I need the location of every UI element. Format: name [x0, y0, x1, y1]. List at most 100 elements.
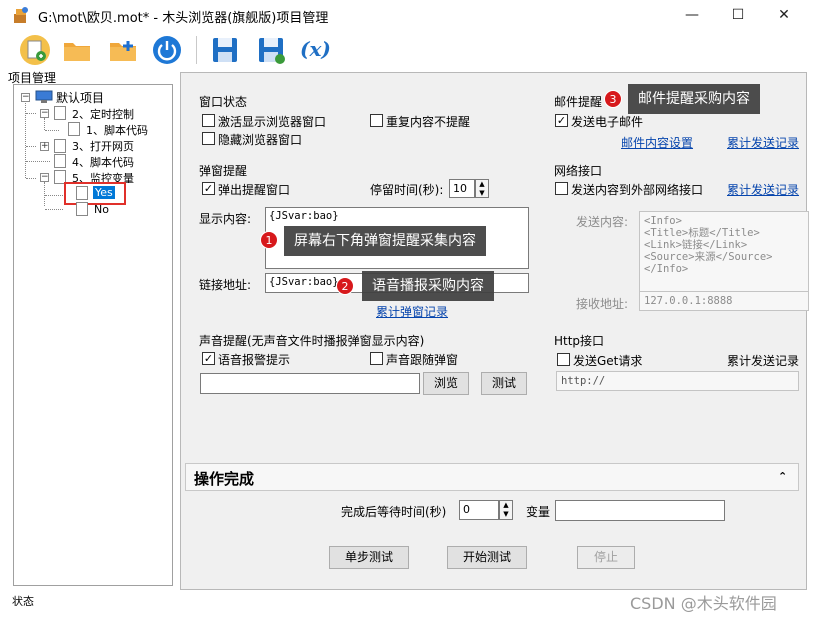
toolbar-separator	[196, 36, 197, 64]
popup-title: 弹窗提醒	[199, 164, 248, 178]
network-content-label: 发送内容:	[576, 215, 629, 229]
no-repeat-checkbox[interactable]	[370, 114, 383, 127]
tree-item-timer[interactable]: 2、定时控制	[72, 106, 134, 122]
tree-item-script-1[interactable]: 1、脚本代码	[86, 122, 148, 138]
open-folder-icon[interactable]	[60, 33, 94, 67]
script-icon	[68, 122, 80, 136]
close-button[interactable]: ✕	[761, 0, 807, 30]
voice-label: 语音报警提示	[218, 353, 291, 367]
send-mail-checkbox[interactable]: ✓	[555, 114, 568, 127]
power-icon[interactable]	[150, 33, 184, 67]
tree-item-script-4[interactable]: 4、脚本代码	[72, 154, 134, 170]
window-state-title: 窗口状态	[199, 95, 248, 109]
tree-expand-toggle[interactable]: +	[40, 142, 49, 151]
network-content-line: <Title>标题</Title>	[644, 227, 760, 239]
stop-button[interactable]: 停止	[577, 546, 635, 569]
annotation-callout: 语音播报采购内容	[362, 271, 494, 301]
script-icon	[54, 154, 66, 168]
maximize-button[interactable]: ☐	[715, 0, 761, 30]
link-label: 链接地址:	[199, 278, 252, 292]
network-label: 发送内容到外部网络接口	[571, 183, 704, 197]
script-icon	[76, 202, 88, 216]
http-title: Http接口	[554, 334, 605, 348]
tree-collapse-toggle[interactable]: −	[40, 173, 49, 182]
collapse-icon[interactable]: ⌃	[778, 470, 787, 483]
network-content-box[interactable]: <Info> <Title>标题</Title> <Link>链接</Link>…	[639, 211, 809, 301]
var-input[interactable]	[555, 500, 725, 521]
window-title: G:\mot\欧贝.mot* - 木头浏览器(旗舰版)项目管理	[38, 11, 329, 26]
network-content-line: <Info>	[644, 215, 682, 227]
annotation-callout: 邮件提醒采购内容	[628, 84, 760, 114]
network-content-line: <Source>来源</Source>	[644, 251, 773, 263]
follow-label: 声音跟随弹窗	[386, 353, 459, 367]
tree-collapse-toggle[interactable]: −	[40, 109, 49, 118]
send-get-checkbox[interactable]	[557, 353, 570, 366]
activate-label: 激活显示浏览器窗口	[218, 115, 327, 129]
hide-checkbox[interactable]	[202, 132, 215, 145]
recv-input[interactable]: 127.0.0.1:8888	[639, 291, 809, 311]
wait-label: 完成后等待时间(秒)	[341, 505, 447, 519]
network-stats-link[interactable]: 累计发送记录	[727, 181, 799, 198]
status-bar: 状态	[8, 590, 428, 610]
annotation-badge: 2	[336, 277, 354, 295]
watermark: CSDN @木头软件园	[630, 594, 777, 613]
wait-input[interactable]: 0	[459, 500, 499, 520]
complete-header[interactable]: 操作完成 ⌃	[185, 463, 799, 491]
sound-test-button[interactable]: 测试	[481, 372, 527, 395]
browse-button[interactable]: 浏览	[423, 372, 469, 395]
mail-stats-link[interactable]: 累计发送记录	[727, 134, 799, 151]
minimize-button[interactable]: —	[669, 0, 715, 30]
network-checkbox[interactable]	[555, 182, 568, 195]
hide-label: 隐藏浏览器窗口	[218, 133, 303, 147]
network-title: 网络接口	[554, 164, 603, 178]
content-label: 显示内容:	[199, 212, 252, 226]
tree-item-open-page[interactable]: 3、打开网页	[72, 138, 134, 154]
annotation-badge: 3	[604, 90, 622, 108]
stay-label: 停留时间(秒):	[370, 183, 444, 197]
popup-checkbox[interactable]: ✓	[202, 182, 215, 195]
script-icon	[54, 106, 66, 120]
status-text: 状态	[12, 595, 34, 608]
tree-item-no[interactable]: No	[94, 203, 109, 216]
popup-stats-link[interactable]: 累计弹窗记录	[376, 303, 448, 320]
complete-title: 操作完成	[194, 470, 255, 488]
network-content-line: <Link>链接</Link>	[644, 239, 748, 251]
popup-label: 弹出提醒窗口	[218, 183, 291, 197]
sound-title: 声音提醒(无声音文件时播报弹窗显示内容)	[199, 334, 425, 348]
script-icon	[54, 139, 66, 153]
send-mail-label: 发送电子邮件	[571, 115, 644, 129]
computer-icon	[35, 90, 53, 103]
project-tree: − 默认项目 − 2、定时控制 1、脚本代码 + 3、打开网页 4、脚本代码 −…	[13, 84, 173, 586]
recv-label: 接收地址:	[576, 297, 629, 311]
activate-checkbox[interactable]	[202, 114, 215, 127]
app-logo-icon	[14, 7, 28, 23]
network-content-line: </Info>	[644, 263, 689, 275]
tree-collapse-toggle[interactable]: −	[21, 93, 30, 102]
annotation-badge: 1	[260, 231, 278, 249]
sound-file-input[interactable]	[200, 373, 420, 394]
annotation-callout: 屏幕右下角弹窗提醒采集内容	[284, 226, 486, 256]
mail-title: 邮件提醒	[554, 95, 603, 109]
mail-settings-link[interactable]: 邮件内容设置	[621, 134, 693, 151]
http-stats-label: 累计发送记录	[727, 354, 800, 368]
settings-panel: 窗口状态 激活显示浏览器窗口 重复内容不提醒 隐藏浏览器窗口 弹窗提醒 ✓ 弹出…	[180, 72, 809, 590]
http-url-input[interactable]: http://	[556, 371, 799, 391]
wait-spinner[interactable]: ▲ ▼	[499, 500, 513, 520]
highlight-box	[64, 182, 126, 205]
toolbar: (x)	[8, 30, 806, 70]
stay-spinner[interactable]: ▲ ▼	[475, 179, 489, 198]
save-as-icon[interactable]	[254, 33, 288, 67]
add-folder-icon[interactable]	[106, 33, 140, 67]
new-icon[interactable]	[18, 33, 52, 67]
stay-input[interactable]: 10	[449, 179, 475, 198]
send-get-label: 发送Get请求	[573, 354, 643, 368]
follow-checkbox[interactable]	[370, 352, 383, 365]
no-repeat-label: 重复内容不提醒	[386, 115, 471, 129]
step-test-button[interactable]: 单步测试	[329, 546, 409, 569]
start-test-button[interactable]: 开始测试	[447, 546, 527, 569]
voice-checkbox[interactable]: ✓	[202, 352, 215, 365]
title-bar: G:\mot\欧贝.mot* - 木头浏览器(旗舰版)项目管理 — ☐ ✕	[0, 0, 815, 30]
variable-icon[interactable]: (x)	[300, 37, 331, 61]
save-icon[interactable]	[208, 33, 242, 67]
tree-root[interactable]: 默认项目	[56, 89, 104, 106]
